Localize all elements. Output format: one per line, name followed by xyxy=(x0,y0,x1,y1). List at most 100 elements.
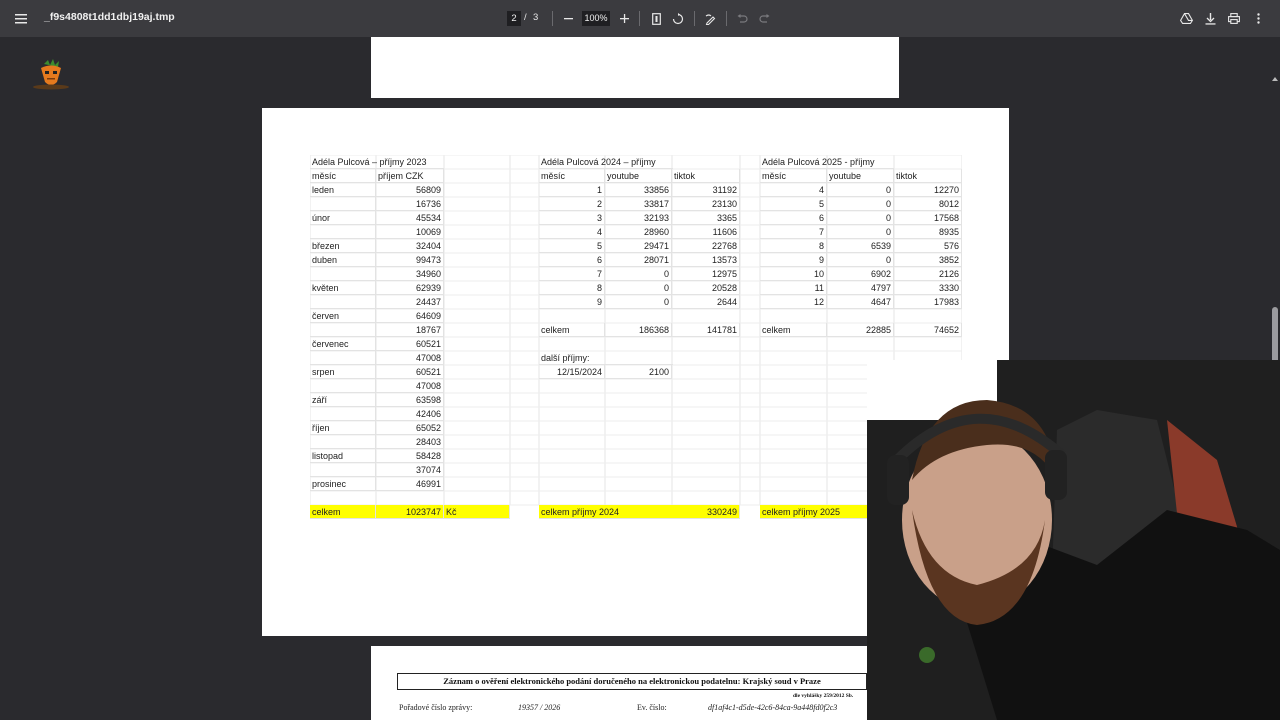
cell-youtube: 0 xyxy=(827,183,894,197)
cell-month: 8 xyxy=(539,281,605,295)
cell-month xyxy=(310,225,376,239)
drive-icon[interactable] xyxy=(1179,0,1193,37)
cell-month: prosinec xyxy=(310,477,376,491)
cell-month: září xyxy=(310,393,376,407)
cell-month xyxy=(310,435,376,449)
cell-month: 5 xyxy=(760,197,827,211)
menu-icon[interactable] xyxy=(10,0,32,37)
cell-income: 47008 xyxy=(376,351,444,365)
zoom-in-icon[interactable] xyxy=(617,0,631,37)
cell-month: duben xyxy=(310,253,376,267)
header-month: měsíc xyxy=(539,169,605,183)
page-number-input[interactable]: 2 xyxy=(507,11,521,26)
cell-month: říjen xyxy=(310,421,376,435)
cell-tiktok: 11606 xyxy=(672,225,740,239)
download-icon[interactable] xyxy=(1203,0,1217,37)
fit-page-icon[interactable] xyxy=(649,0,663,37)
cell-month xyxy=(310,197,376,211)
cell-month: 5 xyxy=(539,239,605,253)
cell-income: 18767 xyxy=(376,323,444,337)
cell-tiktok: 3330 xyxy=(894,281,962,295)
cell-income: 46991 xyxy=(376,477,444,491)
cell-month: 6 xyxy=(760,211,827,225)
cell-youtube: 0 xyxy=(827,211,894,225)
cell-month: červen xyxy=(310,309,376,323)
cell-income: 34960 xyxy=(376,267,444,281)
pdf-page-3: Záznam o ověření elektronického podání d… xyxy=(371,646,899,720)
cell-youtube: 0 xyxy=(605,281,672,295)
cell-youtube: 32193 xyxy=(605,211,672,225)
cell-tiktok: 31192 xyxy=(672,183,740,197)
cell-youtube: 4797 xyxy=(827,281,894,295)
cell-month: 3 xyxy=(539,211,605,225)
other-income-label: další příjmy: xyxy=(539,351,673,365)
cell-month xyxy=(310,295,376,309)
scroll-up-arrow[interactable] xyxy=(1272,77,1278,81)
total-2023-label: celkem xyxy=(310,505,376,519)
cell-tiktok: 23130 xyxy=(672,197,740,211)
cell-month: 7 xyxy=(760,225,827,239)
other-income-value: 2100 xyxy=(605,365,672,379)
total-2024-label: celkem příjmy 2024 xyxy=(539,505,673,519)
header-income: příjem CZK xyxy=(376,169,444,183)
webcam-overlay xyxy=(867,360,1280,720)
order-number-value: 19357 / 2026 xyxy=(518,703,561,712)
sum-youtube: 186368 xyxy=(605,323,672,337)
cell-month xyxy=(310,379,376,393)
pdf-toolbar: _f9s4808t1dd1dbj19aj.tmp 2 / 3 100% xyxy=(0,0,1280,37)
cell-month: 8 xyxy=(760,239,827,253)
redo-icon[interactable] xyxy=(757,0,771,37)
page3-header: Záznam o ověření elektronického podání d… xyxy=(397,673,867,690)
cell-month: 2 xyxy=(539,197,605,211)
file-name: _f9s4808t1dd1dbj19aj.tmp xyxy=(44,11,175,23)
total-2023-currency: Kč xyxy=(444,505,510,519)
header-tiktok: tiktok xyxy=(672,169,740,183)
annotate-icon[interactable] xyxy=(704,0,718,37)
cell-youtube: 0 xyxy=(827,225,894,239)
cell-month: listopad xyxy=(310,449,376,463)
cell-month: 6 xyxy=(539,253,605,267)
cell-tiktok: 2644 xyxy=(672,295,740,309)
cell-youtube: 6902 xyxy=(827,267,894,281)
cell-income: 10069 xyxy=(376,225,444,239)
more-icon[interactable] xyxy=(1252,0,1264,37)
cell-month: květen xyxy=(310,281,376,295)
sum-tiktok: 141781 xyxy=(672,323,740,337)
cell-tiktok: 22768 xyxy=(672,239,740,253)
zoom-out-icon[interactable] xyxy=(561,0,575,37)
cell-tiktok: 17983 xyxy=(894,295,962,309)
cell-month: 10 xyxy=(760,267,827,281)
sum-label: celkem xyxy=(760,323,827,337)
cell-month: 12 xyxy=(760,295,827,309)
cell-income: 24437 xyxy=(376,295,444,309)
sum-tiktok: 74652 xyxy=(894,323,962,337)
cell-month: 4 xyxy=(539,225,605,239)
table-2023-title: Adéla Pulcová – příjmy 2023 xyxy=(310,155,444,169)
rotate-icon[interactable] xyxy=(671,0,685,37)
cell-month xyxy=(310,463,376,477)
cell-youtube: 0 xyxy=(827,253,894,267)
cell-tiktok: 576 xyxy=(894,239,962,253)
cell-income: 16736 xyxy=(376,197,444,211)
cell-tiktok: 12270 xyxy=(894,183,962,197)
cell-month xyxy=(310,323,376,337)
cell-youtube: 6539 xyxy=(827,239,894,253)
cell-youtube: 29471 xyxy=(605,239,672,253)
cell-youtube: 0 xyxy=(605,295,672,309)
header-youtube: youtube xyxy=(827,169,894,183)
order-number-label: Pořadové číslo zprávy: xyxy=(399,703,473,712)
cell-youtube: 33856 xyxy=(605,183,672,197)
cell-month: březen xyxy=(310,239,376,253)
cell-income: 62939 xyxy=(376,281,444,295)
print-icon[interactable] xyxy=(1227,0,1241,37)
cell-tiktok: 2126 xyxy=(894,267,962,281)
zoom-input[interactable]: 100% xyxy=(582,11,610,26)
cell-tiktok: 17568 xyxy=(894,211,962,225)
cell-income: 64609 xyxy=(376,309,444,323)
cell-youtube: 28960 xyxy=(605,225,672,239)
cell-income: 42406 xyxy=(376,407,444,421)
cell-youtube: 0 xyxy=(827,197,894,211)
cell-tiktok: 13573 xyxy=(672,253,740,267)
cell-income: 56809 xyxy=(376,183,444,197)
undo-icon[interactable] xyxy=(735,0,749,37)
